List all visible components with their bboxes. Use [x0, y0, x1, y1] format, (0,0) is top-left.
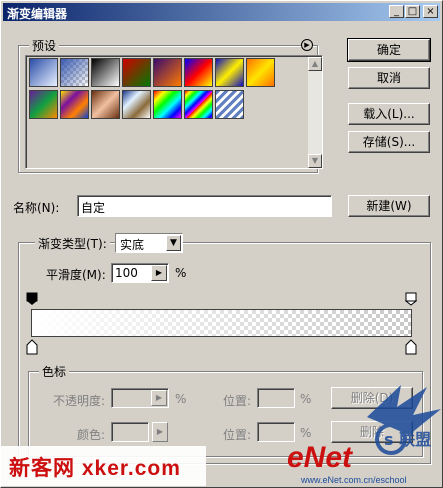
smoothness-popup-arrow-icon[interactable]: ▶ [151, 265, 167, 281]
opacity-location-unit: % [300, 392, 312, 406]
gradient-type-select[interactable]: 实底 ▼ [115, 233, 183, 253]
scroll-up-arrow-icon[interactable]: ▲ [308, 57, 322, 71]
dropdown-arrow-icon[interactable]: ▼ [166, 235, 181, 251]
opacity-location-label: 位置: [223, 394, 252, 408]
preset-swatch-black-white[interactable] [91, 58, 120, 87]
new-button[interactable]: 新建(W) [348, 195, 430, 217]
load-button-label: 载入(L)... [363, 107, 415, 121]
watermark-enet: eNet [287, 441, 353, 474]
opacity-input: ▶ [111, 388, 169, 408]
ok-button-label: 确定 [376, 43, 401, 57]
watermark-stamp: s 联盟 [384, 430, 431, 449]
color-label: 颜色: [77, 428, 106, 442]
gradient-preview-bar[interactable] [31, 309, 412, 337]
preset-swatch-transparent-stripes[interactable] [215, 90, 244, 119]
gradient-editor-window: 渐变编辑器 _ □ × 预设 ▶ ▲ ▼ 确定 取消 载入(L)... 存储(S… [0, 0, 443, 488]
name-input-value: 自定 [81, 201, 106, 215]
name-input[interactable]: 自定 [77, 195, 332, 217]
preset-swatch-chrome[interactable] [122, 90, 151, 119]
save-button[interactable]: 存储(S)... [348, 131, 430, 153]
preset-swatch-yellow-violet-orange-blue[interactable] [60, 90, 89, 119]
minimize-button[interactable]: _ [389, 5, 404, 18]
maximize-button[interactable]: □ [405, 5, 420, 18]
color-stop-left-icon[interactable] [26, 339, 38, 355]
color-swatch-input [111, 422, 149, 442]
smoothness-label: 平滑度(M): [46, 268, 106, 282]
color-location-unit: % [300, 426, 312, 440]
watermark-url: www.eNet.com.cn/eschool [301, 475, 407, 485]
preset-swatch-violet-orange[interactable] [153, 58, 182, 87]
opacity-location-input [257, 388, 295, 408]
opacity-popup-arrow-icon: ▶ [151, 390, 167, 406]
title-bar[interactable]: 渐变编辑器 _ □ × [3, 3, 440, 21]
gradient-type-value: 实底 [120, 238, 145, 252]
preset-swatch-foreground-to-background[interactable] [29, 58, 58, 87]
smoothness-value: 100 [115, 266, 138, 280]
cancel-button-label: 取消 [376, 71, 401, 85]
color-location-input [257, 422, 295, 442]
watermark-xker: 新客网 xker.com [9, 457, 181, 480]
new-button-label: 新建(W) [366, 199, 412, 213]
window-title: 渐变编辑器 [7, 7, 68, 21]
ok-button[interactable]: 确定 [347, 38, 431, 62]
enet-logo-icon: s 联盟 [367, 385, 441, 455]
preset-swatch-transparent-rainbow[interactable] [184, 90, 213, 119]
preset-swatch-violet-green-orange[interactable] [29, 90, 58, 119]
close-button[interactable]: × [423, 5, 438, 18]
preset-swatch-blue-yellow-blue[interactable] [215, 58, 244, 87]
color-stop-right-icon[interactable] [405, 339, 417, 355]
opacity-unit: % [175, 392, 187, 406]
load-button[interactable]: 载入(L)... [348, 103, 430, 125]
preset-swatch-orange-yellow-orange[interactable] [246, 58, 275, 87]
presets-swatch-area: ▲ ▼ [25, 55, 323, 169]
presets-scrollbar[interactable]: ▲ ▼ [308, 57, 322, 168]
scroll-down-arrow-icon[interactable]: ▼ [308, 154, 322, 168]
opacity-stop-left-icon[interactable] [26, 292, 38, 306]
preset-swatch-blue-red-yellow[interactable] [184, 58, 213, 87]
preset-swatch-copper[interactable] [91, 90, 120, 119]
preset-swatch-foreground-to-transparent[interactable] [60, 58, 89, 87]
color-stops-group-label: 色标 [39, 363, 70, 380]
presets-label: 预设 [29, 37, 60, 54]
smoothness-input[interactable]: 100 ▶ [111, 263, 169, 283]
color-popup-arrow-icon: ▶ [152, 422, 168, 442]
name-label: 名称(N): [13, 201, 60, 215]
opacity-stop-right-icon[interactable] [405, 292, 417, 306]
presets-menu-icon[interactable]: ▶ [301, 39, 313, 51]
save-button-label: 存储(S)... [362, 135, 416, 149]
cancel-button[interactable]: 取消 [348, 67, 430, 89]
gradient-type-label: 渐变类型(T): [35, 235, 110, 252]
opacity-label: 不透明度: [53, 394, 106, 408]
preset-swatch-spectrum[interactable] [153, 90, 182, 119]
color-location-label: 位置: [223, 428, 252, 442]
preset-swatch-red-green[interactable] [122, 58, 151, 87]
smoothness-unit: % [175, 266, 187, 280]
